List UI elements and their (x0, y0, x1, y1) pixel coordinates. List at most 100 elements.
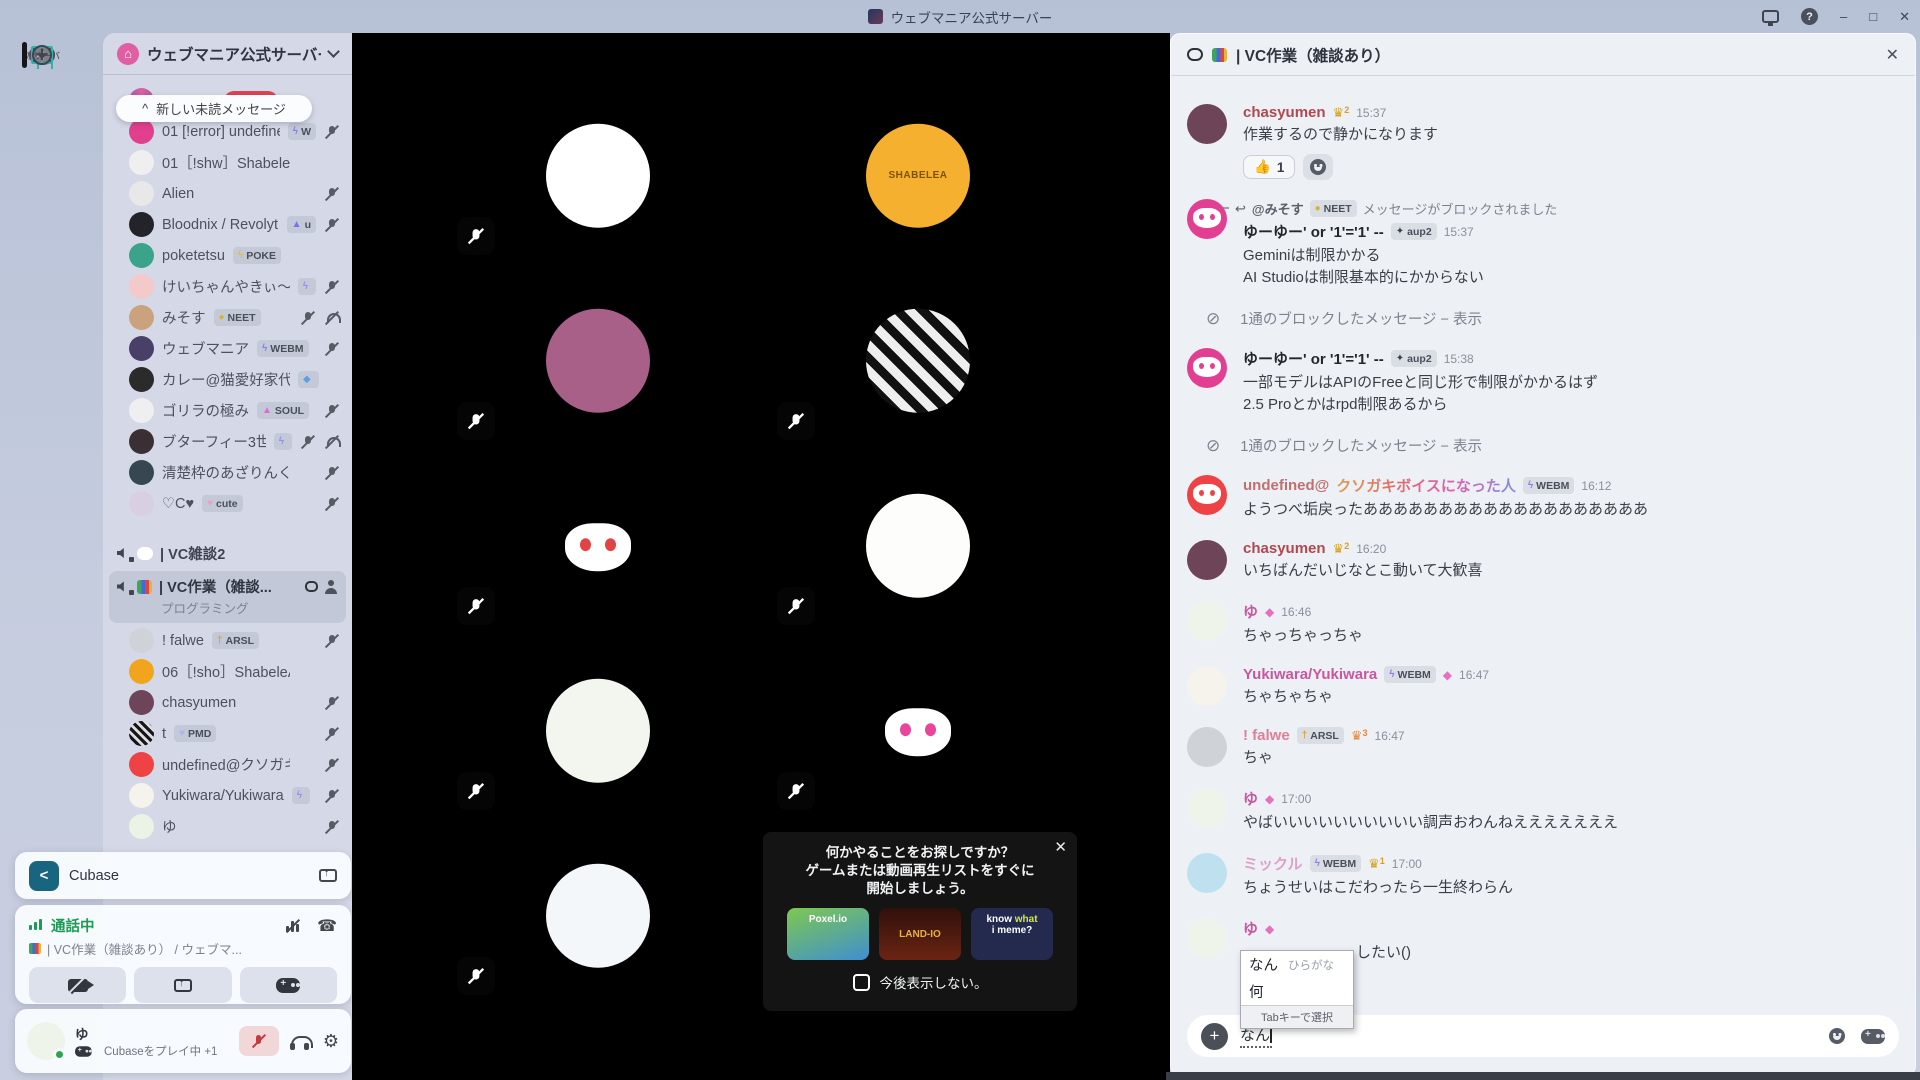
video-tile[interactable] (441, 647, 755, 826)
close-button[interactable]: ✕ (1899, 0, 1910, 33)
voice-member-row[interactable]: chasyumen (103, 687, 352, 718)
chat-message[interactable]: ⊘ ● ゆーゆー' or '1'='1' -- (1187, 348, 1901, 416)
gear-icon[interactable]: ⚙ (323, 1031, 339, 1052)
video-tile[interactable] (441, 832, 755, 1011)
chat-message[interactable]: ⊘ ● ゆ (1187, 788, 1901, 834)
avatar[interactable] (1187, 104, 1227, 144)
maximize-button[interactable]: □ (1869, 0, 1877, 33)
ime-candidate-1[interactable]: なん ひらがな (1241, 951, 1353, 978)
stream-app-icon[interactable] (319, 869, 337, 882)
author-name[interactable]: chasyumen (1243, 540, 1326, 557)
author-name[interactable]: Yukiwara/Yukiwara (1243, 666, 1377, 683)
chat-message[interactable]: ⊘ ● undefined@ クソガ (1187, 475, 1901, 521)
voice-member-row[interactable]: Yukiwara/Yukiwara ϟ (103, 780, 352, 811)
mic-mute-button[interactable] (239, 1026, 279, 1056)
video-tile[interactable] (761, 462, 1075, 641)
voice-member-row[interactable]: 清楚枠のあざりんくん@... (103, 457, 352, 488)
voice-member-row[interactable]: ! falwe †ARSL (103, 625, 352, 656)
headphones-icon[interactable] (291, 1036, 311, 1050)
chat-message[interactable]: ⊘ ● chasyumen (1187, 540, 1901, 582)
attach-plus-button[interactable]: + (1201, 1023, 1228, 1050)
video-tile[interactable] (761, 277, 1075, 456)
screenshare-button[interactable] (134, 967, 231, 1003)
avatar[interactable] (1187, 601, 1227, 641)
reply-user[interactable]: @みそす (1252, 199, 1304, 218)
dont-show-again-checkbox[interactable] (853, 974, 870, 991)
ime-candidate-2[interactable]: 何 (1241, 978, 1353, 1005)
avatar[interactable] (1187, 666, 1227, 706)
voice-member-row[interactable]: ♡C♥ ♥cute (103, 488, 352, 519)
video-tile[interactable]: SHABELEA (761, 92, 1075, 271)
avatar[interactable] (1187, 727, 1227, 767)
gamepad-icon[interactable] (1861, 1029, 1885, 1044)
avatar[interactable] (1187, 348, 1227, 388)
video-tile[interactable] (441, 92, 755, 271)
voice-member-row[interactable]: t ♥PMD (103, 718, 352, 749)
activity-button[interactable] (240, 967, 337, 1003)
voice-member-row[interactable]: 06［!sho］ShabeleA (103, 656, 352, 687)
call-channel-link[interactable]: | VC作業（雑談あり） / ウェブマ... (47, 939, 242, 958)
channel-vc-chat2[interactable]: | VC雑談2 (103, 537, 352, 569)
video-tile[interactable] (441, 277, 755, 456)
chat-message[interactable]: ⊘ 1通のブロックしたメッセージ − 表示 ● (1187, 308, 1901, 329)
voice-member-row[interactable]: ウェブマニア ϟWEBM (103, 333, 352, 364)
reply-context[interactable]: ↩ @みそす ●NEET メッセージがブロックされました (1243, 199, 1901, 218)
voice-member-row[interactable]: ゆ (103, 811, 352, 842)
avatar[interactable] (1187, 918, 1227, 958)
chat-message[interactable]: ⊘ ● chasyumen (1187, 104, 1901, 180)
voice-member-row[interactable]: けいちゃんやきぃ〜〜 ϟ (103, 271, 352, 302)
voice-member-row[interactable]: 01［!shw］ShabeleA (103, 147, 352, 178)
chat-icon[interactable] (305, 581, 318, 592)
author-name-gradient[interactable]: クソガキボイスになった人 (1336, 475, 1516, 496)
voice-member-row[interactable]: みそす ●NEET (103, 302, 352, 333)
author-name[interactable]: undefined@ (1243, 477, 1329, 494)
chat-message[interactable]: ⊘ ● Yukiwara/Yukiwara (1187, 666, 1901, 708)
author-name[interactable]: ゆ (1243, 788, 1258, 809)
avatar[interactable] (1187, 475, 1227, 515)
close-icon[interactable]: ✕ (1886, 45, 1899, 65)
avatar[interactable] (1187, 853, 1227, 893)
members-icon[interactable] (324, 580, 338, 594)
avatar[interactable] (1187, 199, 1227, 239)
channel-vc-work[interactable]: | VC作業（雑談... プログラミング (109, 571, 346, 623)
add-reaction-button[interactable] (1303, 154, 1333, 180)
video-tile[interactable] (441, 462, 755, 641)
voice-member-row[interactable]: Alien (103, 178, 352, 209)
promo-game-poxelio[interactable]: Poxel.io (787, 908, 869, 960)
voice-member-row[interactable]: カレー@猫愛好家代表 ◆ (103, 364, 352, 395)
voice-member-row[interactable]: undefined@クソガキボ... (103, 749, 352, 780)
promo-game-landio[interactable]: LAND-IO (879, 908, 961, 960)
author-name[interactable]: ! falwe (1243, 727, 1290, 744)
chat-message[interactable]: ⊘ ● ゆ (1187, 601, 1901, 647)
avatar[interactable] (1187, 540, 1227, 580)
author-name[interactable]: chasyumen (1243, 104, 1326, 121)
author-name[interactable]: ゆーゆー' or '1'='1' -- (1243, 348, 1384, 369)
help-icon[interactable]: ? (1801, 8, 1818, 25)
user-avatar[interactable] (27, 1022, 65, 1060)
author-name[interactable]: ゆ (1243, 601, 1258, 622)
author-name[interactable]: ミックル (1243, 853, 1303, 874)
hangup-icon[interactable]: ☎ (317, 916, 337, 936)
voice-member-row[interactable]: ブターフィー3世 ϟ (103, 426, 352, 457)
reaction-chip[interactable]: 👍1 (1243, 155, 1295, 179)
avatar[interactable] (1187, 788, 1227, 828)
emoji-picker-icon[interactable] (1829, 1028, 1845, 1044)
server-icon[interactable]: ◆ (20, 33, 64, 77)
camera-button[interactable] (29, 967, 126, 1003)
author-name[interactable]: ゆーゆー' or '1'='1' -- (1243, 221, 1384, 242)
video-tile[interactable] (761, 647, 1075, 826)
chat-message[interactable]: ⊘ ● ミックル (1187, 853, 1901, 899)
promo-game-knowwhatimeme[interactable]: know whati meme? (971, 908, 1053, 960)
voice-activity-off-icon[interactable] (285, 919, 301, 933)
server-header[interactable]: ⌂ ウェブマニア公式サーバー (103, 33, 352, 75)
close-icon[interactable]: ✕ (1054, 838, 1067, 856)
new-unread-pill[interactable]: ^ 新しい未読メッセージ (116, 95, 312, 122)
chat-message[interactable]: ⊘ 1通のブロックしたメッセージ − 表示 ● (1187, 435, 1901, 456)
author-name[interactable]: ゆ (1243, 918, 1258, 939)
chat-message[interactable]: ⊘ ↩ @みそす ●NEET メッセージがブロックされました ゆー (1187, 199, 1901, 289)
minimize-button[interactable]: – (1840, 0, 1847, 33)
voice-member-row[interactable]: ゴリラの極み ▲SOUL (103, 395, 352, 426)
screenshare-indicator-icon[interactable] (1762, 10, 1779, 23)
voice-member-row[interactable]: Bloodnix / Revolyth ▲u (103, 209, 352, 240)
chat-message[interactable]: ⊘ ● ! falwe (1187, 727, 1901, 769)
